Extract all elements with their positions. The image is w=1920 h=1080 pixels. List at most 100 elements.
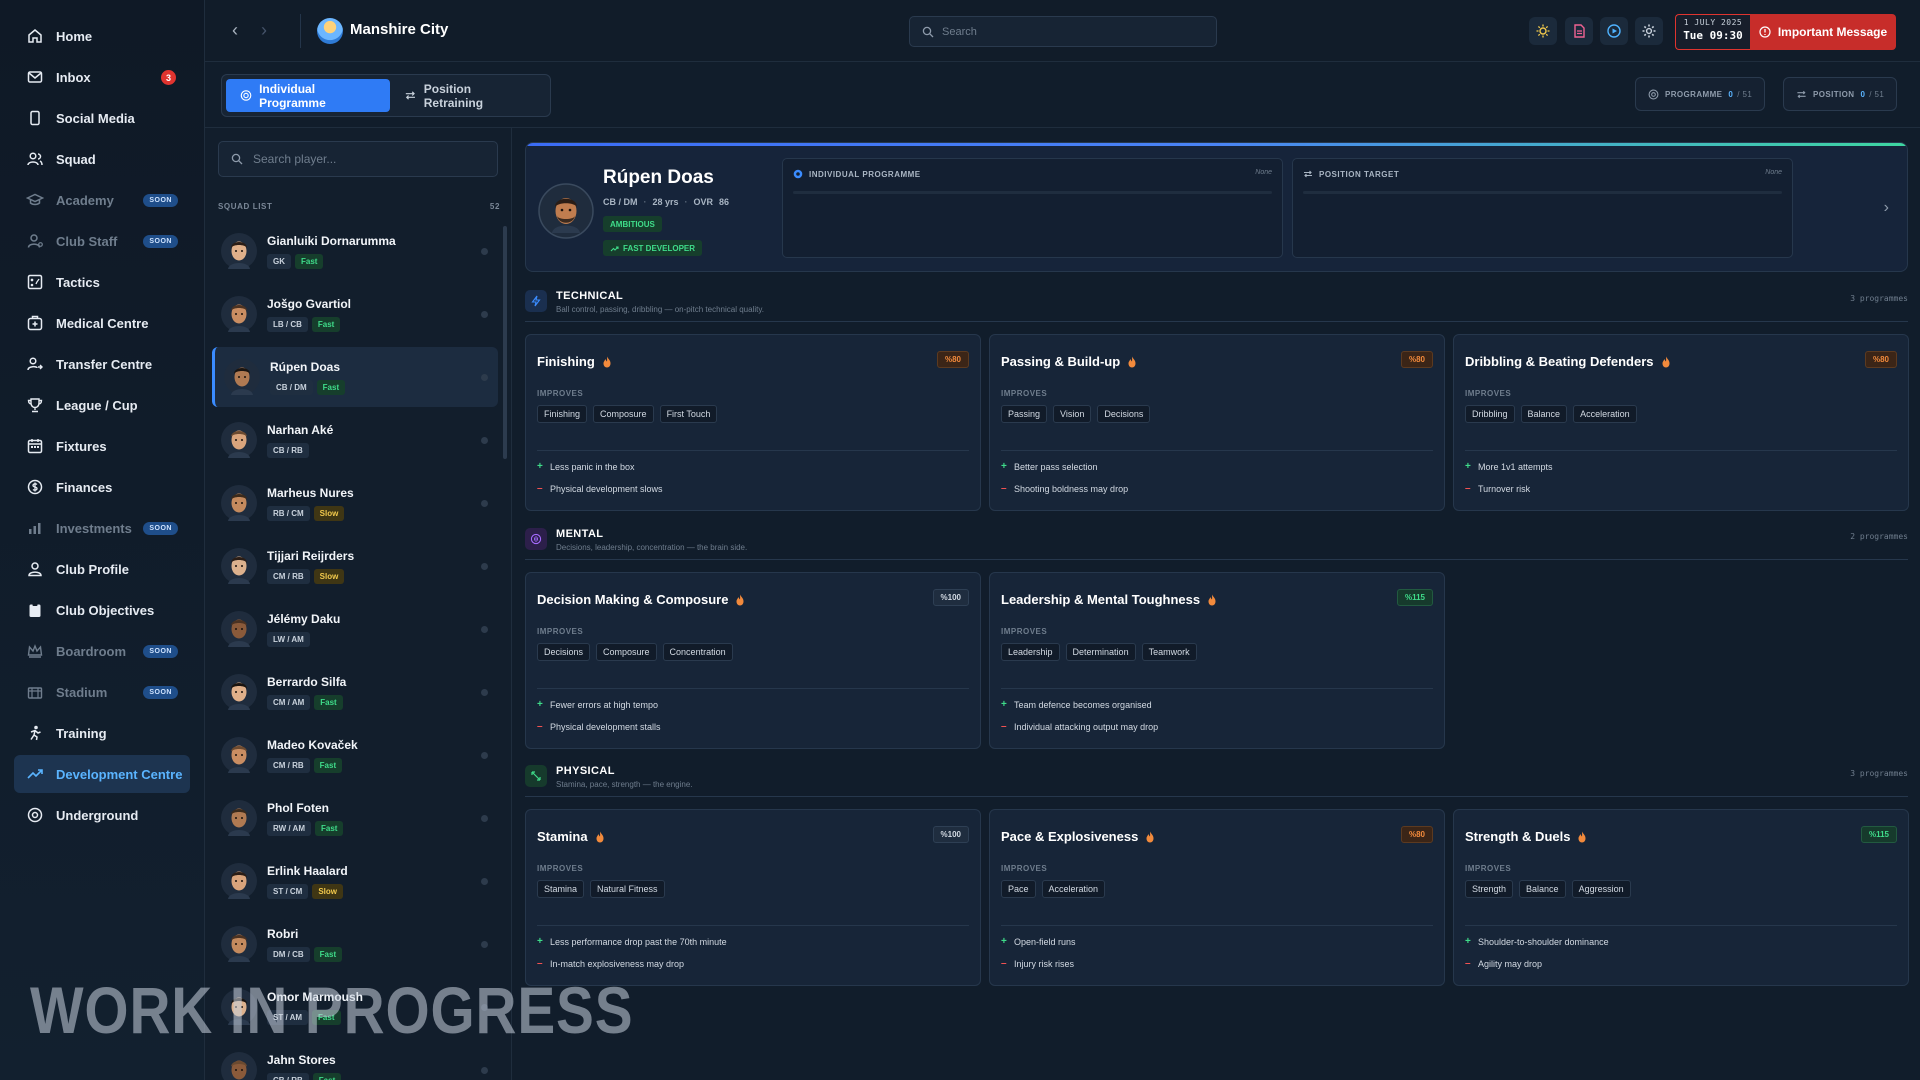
programme-card-decision-making[interactable]: Decision Making & Composure %100 IMPROVE… xyxy=(525,572,981,749)
attribute-chip: Pace xyxy=(1001,880,1036,898)
card-title: Stamina xyxy=(537,829,605,844)
player-name: Tijjari Reijrders xyxy=(267,549,355,563)
programme-card-passing[interactable]: Passing & Build-up %80 IMPROVES Passing … xyxy=(989,334,1445,511)
nav-item-medical-centre[interactable]: Medical Centre xyxy=(14,304,190,342)
attribute-chip: Composure xyxy=(593,405,654,423)
counter-total: / 51 xyxy=(1869,89,1885,99)
squad-player-row[interactable]: Gianluiki Dornarumma GK Fast xyxy=(212,221,498,281)
flame-icon xyxy=(1146,831,1154,842)
plus-icon: + xyxy=(537,699,543,710)
nav-item-boardroom[interactable]: Boardroom SOON xyxy=(14,632,190,670)
player-search-input[interactable]: Search player... xyxy=(218,141,498,177)
back-arrow-icon[interactable]: ‹ xyxy=(232,20,238,41)
improves-label: IMPROVES xyxy=(537,627,584,636)
programme-card-leadership[interactable]: Leadership & Mental Toughness %115 IMPRO… xyxy=(989,572,1445,749)
squad-player-row[interactable]: Marheus Nures RB / CM Slow xyxy=(212,473,498,533)
programme-card-finishing[interactable]: Finishing %80 IMPROVES Finishing Composu… xyxy=(525,334,981,511)
con-text: Physical development slows xyxy=(550,483,663,494)
nav-item-fixtures[interactable]: Fixtures xyxy=(14,427,190,465)
squad-player-row[interactable]: Narhan Aké CB / RB xyxy=(212,410,498,470)
important-message-label: Important Message xyxy=(1777,25,1888,39)
tab-position-retraining[interactable]: Position Retraining xyxy=(390,79,546,112)
counter-value: 0 xyxy=(1728,89,1734,99)
squad-player-row[interactable]: Phol Foten RW / AM Fast xyxy=(212,788,498,848)
important-message-button[interactable]: Important Message xyxy=(1750,14,1896,50)
attribute-chips: Dribbling Balance Acceleration xyxy=(1465,405,1637,423)
document-icon[interactable] xyxy=(1565,17,1593,45)
squad-player-row[interactable]: Tijjari Reijrders CM / RB Slow xyxy=(212,536,498,596)
player-tags: CM / AM Fast xyxy=(267,695,343,710)
player-avatar xyxy=(221,485,257,521)
improves-label: IMPROVES xyxy=(1465,864,1512,873)
squad-player-row[interactable]: Erlink Haalard ST / CM Slow xyxy=(212,851,498,911)
programme-card-strength[interactable]: Strength & Duels %115 IMPROVES Strength … xyxy=(1453,809,1909,986)
squad-player-row[interactable]: Madeo Kovaček CM / RB Fast xyxy=(212,725,498,785)
attribute-chip: Stamina xyxy=(537,880,585,898)
nav-item-club-profile[interactable]: Club Profile xyxy=(14,550,190,588)
position-target-slot[interactable]: POSITION TARGET None xyxy=(1292,158,1793,258)
squad-player-row[interactable]: Jošgo Gvartiol LB / CB Fast xyxy=(212,284,498,344)
improves-label: IMPROVES xyxy=(537,864,584,873)
squad-list: Gianluiki Dornarumma GK Fast Jošgo Gvart… xyxy=(212,221,498,1080)
soon-badge: SOON xyxy=(143,522,178,535)
nav-item-underground[interactable]: Underground xyxy=(14,796,190,834)
player-name: Jošgo Gvartiol xyxy=(267,297,352,311)
nav-item-investments[interactable]: Investments SOON xyxy=(14,509,190,547)
sun-icon[interactable] xyxy=(1529,17,1557,45)
chevron-right-icon[interactable]: › xyxy=(1884,199,1889,217)
status-dot xyxy=(481,248,488,255)
programme-card-stamina[interactable]: Stamina %100 IMPROVES Stamina Natural Fi… xyxy=(525,809,981,986)
pro-effect: + Shoulder-to-shoulder dominance xyxy=(1465,936,1609,947)
nav-item-development-centre[interactable]: Development Centre xyxy=(14,755,190,793)
nav-item-league-cup[interactable]: League / Cup xyxy=(14,386,190,424)
plus-icon: + xyxy=(1001,461,1007,472)
nav-item-club-objectives[interactable]: Club Objectives xyxy=(14,591,190,629)
nav-item-social-media[interactable]: Social Media xyxy=(14,99,190,137)
gear-icon[interactable] xyxy=(1635,17,1663,45)
squad-player-row[interactable]: Robri DM / CB Fast xyxy=(212,914,498,974)
attribute-chip: Strength xyxy=(1465,880,1514,898)
position-tag: CM / RB xyxy=(267,758,310,773)
squad-player-row[interactable]: Berrardo Silfa CM / AM Fast xyxy=(212,662,498,722)
squad-player-row[interactable]: Jahn Stores CB / RB Fast xyxy=(212,1040,498,1080)
search-icon xyxy=(231,153,243,165)
soon-badge: SOON xyxy=(143,686,178,699)
nav-item-finances[interactable]: Finances xyxy=(14,468,190,506)
nav-item-transfer-centre[interactable]: Transfer Centre xyxy=(14,345,190,383)
tab-individual-programme[interactable]: Individual Programme xyxy=(226,79,390,112)
nav-item-club-staff[interactable]: Club Staff SOON xyxy=(14,222,190,260)
programme-card-pace[interactable]: Pace & Explosiveness %80 IMPROVES Pace A… xyxy=(989,809,1445,986)
squad-player-row[interactable]: Jélémy Daku LW / AM xyxy=(212,599,498,659)
nav-item-training[interactable]: Training xyxy=(14,714,190,752)
nav-item-home[interactable]: Home xyxy=(14,17,190,55)
squad-scrollbar[interactable] xyxy=(503,226,507,459)
nav-label: Club Staff xyxy=(56,233,118,249)
forward-arrow-icon[interactable]: › xyxy=(261,20,267,41)
player-avatar xyxy=(538,183,594,239)
search-icon xyxy=(922,26,934,37)
section-subtitle: Decisions, leadership, concentration — t… xyxy=(556,543,748,552)
nav-item-inbox[interactable]: Inbox 3 xyxy=(14,58,190,96)
status-dot xyxy=(481,500,488,507)
pace-tag: Fast xyxy=(312,1010,341,1025)
player-avatar xyxy=(221,611,257,647)
search-placeholder: Search xyxy=(942,25,977,38)
slot-title-text: POSITION TARGET xyxy=(1319,169,1400,179)
play-icon[interactable] xyxy=(1600,17,1628,45)
nav-label: Tactics xyxy=(56,274,100,290)
nav-item-tactics[interactable]: Tactics xyxy=(14,263,190,301)
plus-icon: + xyxy=(1465,936,1471,947)
programme-card-dribbling[interactable]: Dribbling & Beating Defenders %80 IMPROV… xyxy=(1453,334,1909,511)
status-dot xyxy=(481,1004,488,1011)
minus-icon: – xyxy=(537,483,543,494)
nav-label: Club Profile xyxy=(56,561,129,577)
nav-item-academy[interactable]: Academy SOON xyxy=(14,181,190,219)
nav-item-stadium[interactable]: Stadium SOON xyxy=(14,673,190,711)
squad-player-row[interactable]: Omor Marmoush ST / AM Fast xyxy=(212,977,498,1037)
position-counter: POSITION 0 / 51 xyxy=(1783,77,1898,111)
global-search-input[interactable]: Search xyxy=(909,16,1217,47)
individual-programme-slot[interactable]: INDIVIDUAL PROGRAMME None xyxy=(782,158,1283,258)
squad-player-row[interactable]: Rúpen Doas CB / DM Fast xyxy=(212,347,498,407)
section-title: PHYSICAL xyxy=(556,765,615,777)
nav-item-squad[interactable]: Squad xyxy=(14,140,190,178)
